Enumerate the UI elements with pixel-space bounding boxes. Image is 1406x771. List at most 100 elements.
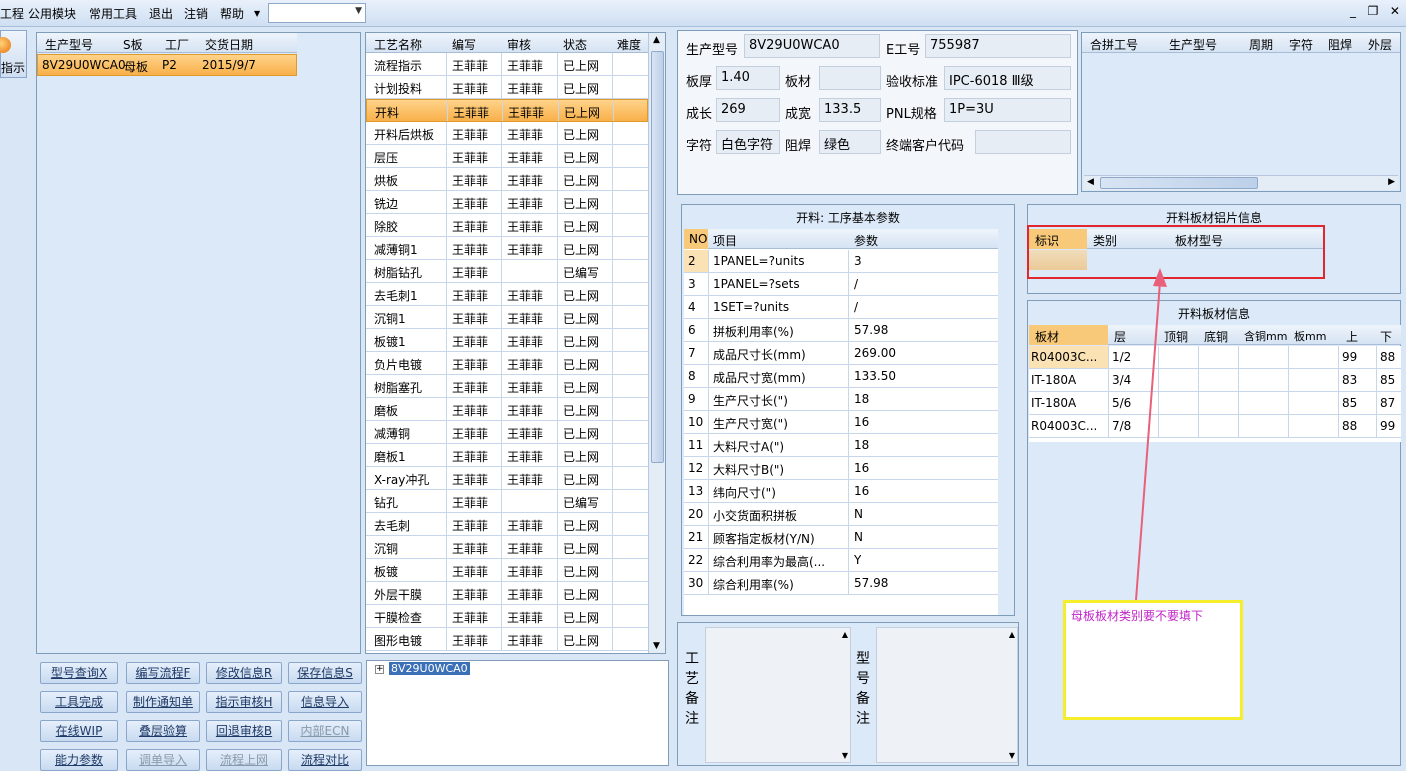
table-row[interactable]: 外层干膜 王菲菲 王菲菲 已上网: [366, 582, 648, 605]
col-material[interactable]: 板材: [1035, 328, 1059, 345]
menu-help[interactable]: 帮助: [220, 5, 244, 22]
action-button[interactable]: 指示审核H: [206, 691, 282, 713]
action-button[interactable]: 在线WIP: [40, 720, 118, 742]
char-field[interactable]: 白色字符: [716, 130, 780, 154]
thickness-field[interactable]: 1.40: [716, 66, 780, 90]
action-button[interactable]: 型号查询X: [40, 662, 118, 684]
nav-instruction[interactable]: 指示: [0, 30, 27, 78]
scroll-down-icon[interactable]: ▼: [653, 641, 660, 651]
param-row[interactable]: 4 1SET=?units /: [684, 296, 998, 319]
table-row[interactable]: 除胶 王菲菲 王菲菲 已上网: [366, 214, 648, 237]
menu-engineering[interactable]: 工程: [0, 5, 24, 22]
model-remark-field[interactable]: ▲ ▼: [876, 627, 1018, 763]
sheet-row[interactable]: IT-180A 3/4 83 85: [1029, 369, 1401, 392]
col-process-name[interactable]: 工艺名称: [374, 36, 422, 53]
scroll-thumb[interactable]: [651, 51, 664, 463]
table-row[interactable]: 负片电镀 王菲菲 王菲菲 已上网: [366, 352, 648, 375]
table-row[interactable]: 图形电镀 王菲菲 王菲菲 已上网: [366, 628, 648, 651]
col-status[interactable]: 状态: [563, 36, 587, 53]
table-row[interactable]: 磨板 王菲菲 王菲菲 已上网: [366, 398, 648, 421]
menu-logout[interactable]: 注销: [184, 5, 208, 22]
col-board-mm[interactable]: 板mm: [1294, 328, 1326, 344]
param-row[interactable]: 3 1PANEL=?sets /: [684, 273, 998, 296]
scroll-down-icon[interactable]: ▼: [842, 751, 848, 760]
table-row[interactable]: 沉铜 王菲菲 王菲菲 已上网: [366, 536, 648, 559]
col-combine-char[interactable]: 字符: [1289, 36, 1313, 53]
col-factory[interactable]: 工厂: [165, 36, 189, 53]
model-field[interactable]: 8V29U0WCA0: [744, 34, 880, 58]
length-field[interactable]: 269: [716, 98, 780, 122]
restore-icon[interactable]: ❐: [1368, 4, 1379, 22]
action-button[interactable]: 调单导入: [126, 749, 200, 771]
table-row[interactable]: 磨板1 王菲菲 王菲菲 已上网: [366, 444, 648, 467]
action-button[interactable]: 能力参数: [40, 749, 118, 771]
param-row[interactable]: 7 成品尺寸长(mm) 269.00: [684, 342, 998, 365]
param-row[interactable]: 10 生产尺寸宽(") 16: [684, 411, 998, 434]
col-combine-outer[interactable]: 外层: [1368, 36, 1392, 53]
menu-common-modules[interactable]: 公用模块: [28, 5, 76, 22]
table-row[interactable]: X-ray冲孔 王菲菲 王菲菲 已上网: [366, 467, 648, 490]
param-row[interactable]: 12 大料尺寸B(") 16: [684, 457, 998, 480]
tree-node[interactable]: 8V29U0WCA0: [389, 662, 470, 675]
minimize-icon[interactable]: _: [1350, 4, 1356, 22]
table-row[interactable]: 沉铜1 王菲菲 王菲菲 已上网: [366, 306, 648, 329]
table-row[interactable]: 开料 王菲菲 王菲菲 已上网: [366, 99, 648, 122]
scroll-up-icon[interactable]: ▲: [653, 35, 660, 45]
table-row[interactable]: 去毛刺 王菲菲 王菲菲 已上网: [366, 513, 648, 536]
close-icon[interactable]: ✕: [1390, 4, 1400, 22]
eno-field[interactable]: 755987: [925, 34, 1071, 58]
col-reviewer[interactable]: 审核: [507, 36, 531, 53]
action-button[interactable]: 内部ECN: [288, 720, 362, 742]
sheet-row[interactable]: R04003C... 1/2 99 88: [1029, 346, 1401, 369]
table-row[interactable]: 铣边 王菲菲 王菲菲 已上网: [366, 191, 648, 214]
scroll-up-icon[interactable]: ▲: [1009, 630, 1015, 639]
material-field[interactable]: [819, 66, 881, 90]
sheet-row[interactable]: IT-180A 5/6 85 87: [1029, 392, 1401, 415]
col-bottom-cu[interactable]: 底铜: [1204, 328, 1228, 345]
customer-field[interactable]: [975, 130, 1071, 154]
col-difficulty[interactable]: 难度: [617, 36, 641, 53]
action-button[interactable]: 保存信息S: [288, 662, 362, 684]
standard-field[interactable]: IPC-6018 Ⅲ级: [944, 66, 1071, 90]
col-combine-model[interactable]: 生产型号: [1169, 36, 1217, 53]
param-row[interactable]: 30 综合利用率(%) 57.98: [684, 572, 998, 595]
pnl-field[interactable]: 1P=3U: [944, 98, 1071, 122]
toolbar-combo[interactable]: ▼: [268, 3, 366, 23]
param-row[interactable]: 9 生产尺寸长(") 18: [684, 388, 998, 411]
sheet-row[interactable]: R04003C... 7/8 88 99: [1029, 415, 1401, 438]
action-button[interactable]: 信息导入: [288, 691, 362, 713]
col-no[interactable]: NO: [689, 232, 707, 246]
menu-common-tools[interactable]: 常用工具: [89, 5, 137, 22]
width-field[interactable]: 133.5: [819, 98, 881, 122]
param-row[interactable]: 6 拼板利用率(%) 57.98: [684, 319, 998, 342]
action-button[interactable]: 制作通知单: [126, 691, 200, 713]
menu-chevron-down-icon[interactable]: ▼: [254, 9, 260, 18]
mask-field[interactable]: 绿色: [819, 130, 881, 154]
table-row[interactable]: 树脂塞孔 王菲菲 王菲菲 已上网: [366, 375, 648, 398]
table-row[interactable]: 层压 王菲菲 王菲菲 已上网: [366, 145, 648, 168]
scroll-up-icon[interactable]: ▲: [842, 630, 848, 639]
table-row[interactable]: 树脂钻孔 王菲菲 已编写: [366, 260, 648, 283]
combine-hscrollbar[interactable]: ◀ ▶: [1084, 175, 1398, 190]
table-row[interactable]: 计划投料 王菲菲 王菲菲 已上网: [366, 76, 648, 99]
hscroll-thumb[interactable]: [1100, 177, 1258, 189]
table-row[interactable]: 去毛刺1 王菲菲 王菲菲 已上网: [366, 283, 648, 306]
param-row[interactable]: 22 综合利用率为最高(... Y: [684, 549, 998, 572]
col-cu-mm[interactable]: 含铜mm: [1244, 328, 1287, 344]
table-row[interactable]: 板镀1 王菲菲 王菲菲 已上网: [366, 329, 648, 352]
action-button[interactable]: 修改信息R: [206, 662, 282, 684]
param-row[interactable]: 2 1PANEL=?units 3: [684, 250, 998, 273]
table-row[interactable]: 干膜检查 王菲菲 王菲菲 已上网: [366, 605, 648, 628]
process-remark-field[interactable]: ▲ ▼: [705, 627, 851, 763]
col-item[interactable]: 项目: [713, 232, 737, 249]
action-button[interactable]: 叠层验算: [126, 720, 200, 742]
param-row[interactable]: 11 大料尺寸A(") 18: [684, 434, 998, 457]
scroll-right-icon[interactable]: ▶: [1388, 177, 1395, 187]
param-row[interactable]: 13 纬向尺寸(") 16: [684, 480, 998, 503]
scroll-left-icon[interactable]: ◀: [1087, 177, 1094, 187]
action-button[interactable]: 流程上网: [206, 749, 282, 771]
param-row[interactable]: 8 成品尺寸宽(mm) 133.50: [684, 365, 998, 388]
process-scrollbar[interactable]: ▲ ▼: [648, 33, 665, 653]
col-combine-mask[interactable]: 阻焊: [1328, 36, 1352, 53]
col-combine-no[interactable]: 合拼工号: [1090, 36, 1138, 53]
